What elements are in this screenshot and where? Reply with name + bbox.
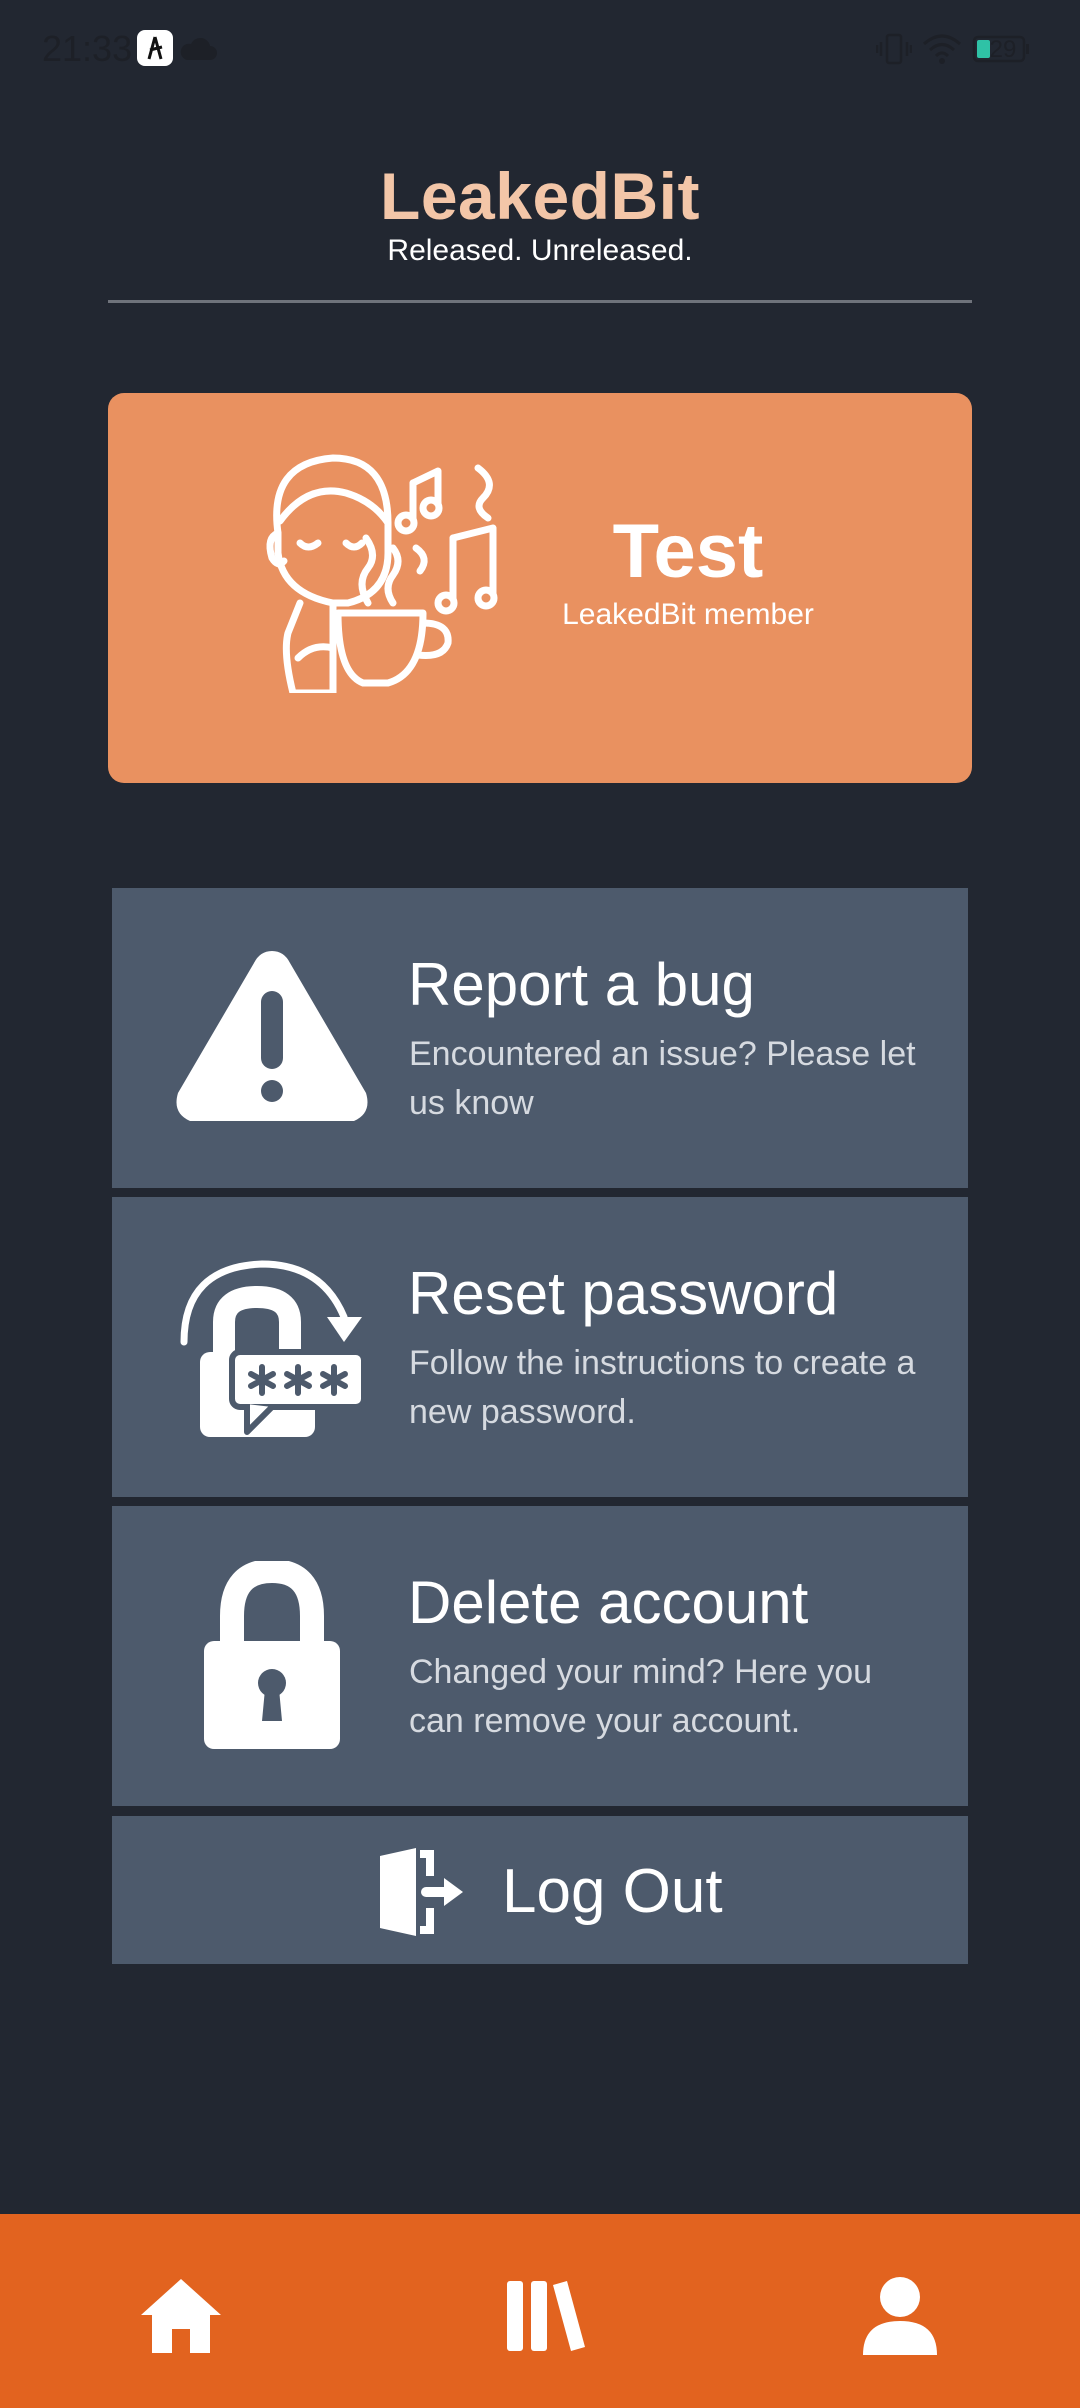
warning-triangle-icon xyxy=(176,951,368,1121)
app-notification-icon xyxy=(137,30,173,66)
home-icon xyxy=(141,2279,221,2353)
app-title: LeakedBit xyxy=(380,159,700,233)
report-bug-description: Encountered an issue? Please let us know xyxy=(409,1035,916,1122)
status-time: 21:33 xyxy=(42,28,133,69)
nav-library[interactable] xyxy=(495,2269,585,2359)
logout-button[interactable]: Log Out xyxy=(112,1816,968,1964)
cloud-icon xyxy=(180,37,217,60)
wifi-icon xyxy=(923,34,961,64)
profile-card: Test LeakedBit member xyxy=(108,393,972,783)
report-bug-title: Report a bug xyxy=(408,951,755,1018)
reset-password-description: Follow the instructions to create a new … xyxy=(409,1344,916,1431)
profile-icon xyxy=(863,2277,937,2355)
delete-account-description: Changed your mind? Here you can remove y… xyxy=(409,1653,873,1740)
nav-profile[interactable] xyxy=(855,2269,945,2359)
header-divider xyxy=(108,300,972,303)
music-listener-avatar-icon xyxy=(266,454,498,693)
logout-label: Log Out xyxy=(502,1857,723,1926)
status-bar: 21:33 29 xyxy=(0,0,1080,100)
logout-door-icon xyxy=(380,1848,463,1936)
profile-role: LeakedBit member xyxy=(562,598,814,631)
report-bug-button[interactable]: Report a bug Encountered an issue? Pleas… xyxy=(112,888,968,1188)
library-icon xyxy=(507,2281,585,2351)
password-reset-lock-icon xyxy=(180,1260,367,1437)
nav-home[interactable] xyxy=(136,2269,226,2359)
delete-account-title: Delete account xyxy=(408,1569,809,1636)
vibrate-icon xyxy=(876,33,912,65)
app-tagline: Released. Unreleased. xyxy=(387,234,693,267)
battery-level: 29 xyxy=(989,36,1017,63)
reset-password-title: Reset password xyxy=(408,1260,839,1327)
bottom-navigation xyxy=(0,2214,1080,2408)
padlock-icon xyxy=(204,1561,340,1749)
profile-name: Test xyxy=(612,509,764,594)
reset-password-button[interactable]: Reset password Follow the instructions t… xyxy=(112,1197,968,1497)
delete-account-button[interactable]: Delete account Changed your mind? Here y… xyxy=(112,1506,968,1806)
